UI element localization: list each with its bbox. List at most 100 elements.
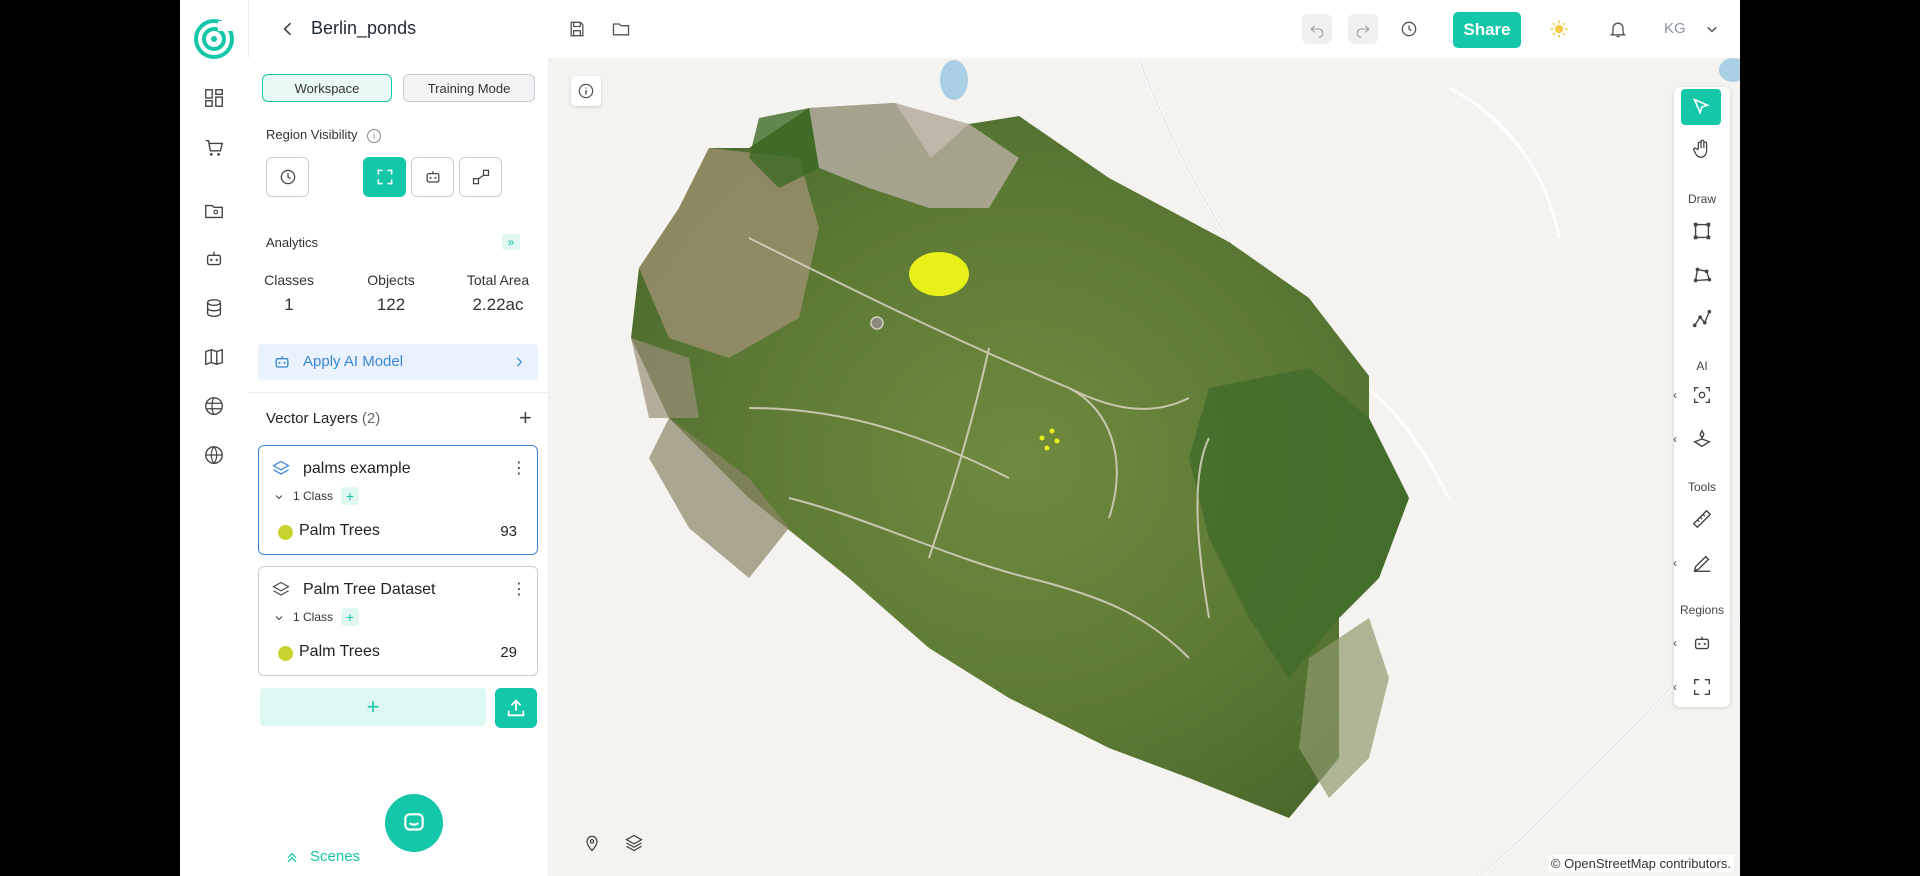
chevron-left-icon[interactable]: ‹ [1673, 388, 1677, 402]
visibility-ai-button[interactable] [411, 157, 454, 197]
visibility-extent-button[interactable] [363, 157, 406, 197]
map-attribution[interactable]: © OpenStreetMap contributors. [1547, 855, 1734, 872]
visibility-time-button[interactable] [266, 157, 309, 197]
app-logo[interactable] [194, 19, 234, 59]
globe-icon [205, 446, 223, 464]
add-class-button[interactable]: + [341, 608, 359, 626]
map-canvas[interactable]: © OpenStreetMap contributors. [549, 58, 1740, 876]
info-icon[interactable]: i [367, 129, 382, 143]
double-chevron-right-icon: » [507, 235, 515, 249]
cursor-icon [1693, 98, 1710, 115]
palm-tree-point[interactable] [1044, 445, 1050, 451]
chevron-left-icon[interactable]: ‹ [1673, 636, 1677, 650]
upload-button[interactable] [495, 688, 537, 728]
add-vector-layer-button[interactable]: + [519, 405, 532, 431]
add-layer-button[interactable]: + [260, 688, 486, 726]
layer-menu-button[interactable]: ⋮ [511, 579, 527, 599]
rail-datasets[interactable] [202, 296, 226, 320]
history-icon [1401, 21, 1417, 37]
plus-icon: + [345, 609, 355, 625]
class-count-tag: 1 Class [293, 610, 334, 624]
ai-detect-tool[interactable] [1688, 381, 1716, 409]
draw-polygon-tool[interactable] [1688, 261, 1716, 289]
map-info-button[interactable] [571, 76, 601, 106]
chevron-left-icon[interactable]: ‹ [1673, 432, 1677, 446]
hand-icon [1693, 139, 1708, 158]
palm-trees-annotation[interactable] [909, 252, 969, 296]
rail-maps[interactable] [202, 345, 226, 369]
scenes-label: Scenes [310, 848, 361, 865]
layer-menu-button[interactable]: ⋮ [511, 458, 527, 478]
pan-tool[interactable] [1688, 135, 1716, 163]
select-tool[interactable] [1681, 89, 1721, 125]
rail-explore[interactable] [202, 394, 226, 418]
redo-icon [1356, 25, 1370, 38]
add-class-button[interactable]: + [341, 487, 359, 505]
rail-projects[interactable] [202, 199, 226, 223]
annotate-tool[interactable] [1688, 549, 1716, 577]
workspace-tab[interactable]: Workspace [262, 74, 392, 102]
share-button[interactable]: Share [1453, 12, 1521, 48]
apply-ai-model-button[interactable]: Apply AI Model [258, 344, 538, 380]
scenes-toggle[interactable]: Scenes [264, 842, 404, 872]
training-mode-tab[interactable]: Training Mode [403, 74, 535, 102]
draw-line-tool[interactable] [1688, 305, 1716, 333]
layer-name: palms example [303, 460, 411, 477]
chevron-left-icon[interactable]: ‹ [1673, 556, 1677, 570]
plus-icon: + [366, 694, 380, 719]
undo-icon [1310, 25, 1324, 38]
tools-section-label: Tools [1687, 480, 1716, 494]
location-pin-icon [586, 835, 598, 852]
folder-button[interactable] [606, 14, 636, 44]
fullscreen-icon [1693, 678, 1711, 696]
user-avatar[interactable]: KG [1664, 20, 1686, 37]
info-icon [578, 83, 594, 99]
class-name[interactable]: Palm Trees [299, 643, 380, 661]
basemap-layers-button[interactable] [619, 828, 649, 858]
logo-icon [194, 19, 234, 59]
palm-tree-point[interactable] [1049, 428, 1055, 434]
expand-analytics-button[interactable]: » [502, 234, 520, 250]
bell-icon [1609, 22, 1627, 38]
water-area [940, 60, 968, 100]
support-chat-button[interactable] [385, 794, 443, 852]
visibility-connect-button[interactable] [459, 157, 502, 197]
user-menu-button[interactable] [1697, 14, 1727, 44]
chevron-left-icon[interactable]: ‹ [1673, 680, 1677, 694]
ai-segment-tool[interactable] [1688, 425, 1716, 453]
layer-card[interactable]: palms example ⋮ 1 Class + Palm Trees 93 [258, 445, 538, 555]
more-vertical-icon: ⋮ [511, 460, 527, 477]
measure-tool[interactable] [1688, 505, 1716, 533]
region-ai-tool[interactable] [1688, 629, 1716, 657]
map-icon [205, 348, 223, 366]
locate-button[interactable] [577, 828, 607, 858]
chevron-down-icon[interactable] [273, 491, 285, 503]
rail-web[interactable] [202, 443, 226, 467]
rail-marketplace[interactable] [202, 136, 226, 160]
layer-card[interactable]: Palm Tree Dataset ⋮ 1 Class + Palm Trees… [258, 566, 538, 676]
notifications-button[interactable] [1603, 14, 1633, 44]
cart-icon [205, 139, 224, 156]
magic-shape-icon [1693, 429, 1711, 448]
chevron-down-icon[interactable] [273, 612, 285, 624]
stat-objects-label: Objects [367, 272, 415, 288]
vector-layers-header: Vector Layers (2) [266, 410, 381, 427]
region-extent-tool[interactable] [1688, 673, 1716, 701]
save-button[interactable] [562, 14, 592, 44]
chevron-left-icon [283, 22, 292, 36]
stat-area-value: 2.22ac [472, 295, 524, 314]
back-button[interactable] [273, 14, 303, 44]
save-icon [570, 21, 584, 37]
class-name[interactable]: Palm Trees [299, 522, 380, 540]
history-button[interactable] [1394, 14, 1424, 44]
bounding-box-icon [1693, 222, 1711, 240]
theme-toggle-button[interactable] [1544, 14, 1574, 44]
rail-dashboard[interactable] [202, 86, 226, 110]
rail-ai-models[interactable] [202, 247, 226, 271]
undo-button[interactable] [1302, 14, 1332, 44]
palm-tree-point[interactable] [1054, 438, 1060, 444]
redo-button[interactable] [1348, 14, 1378, 44]
draw-rectangle-tool[interactable] [1688, 217, 1716, 245]
plus-icon: + [519, 405, 532, 430]
palm-tree-point[interactable] [1039, 435, 1045, 441]
